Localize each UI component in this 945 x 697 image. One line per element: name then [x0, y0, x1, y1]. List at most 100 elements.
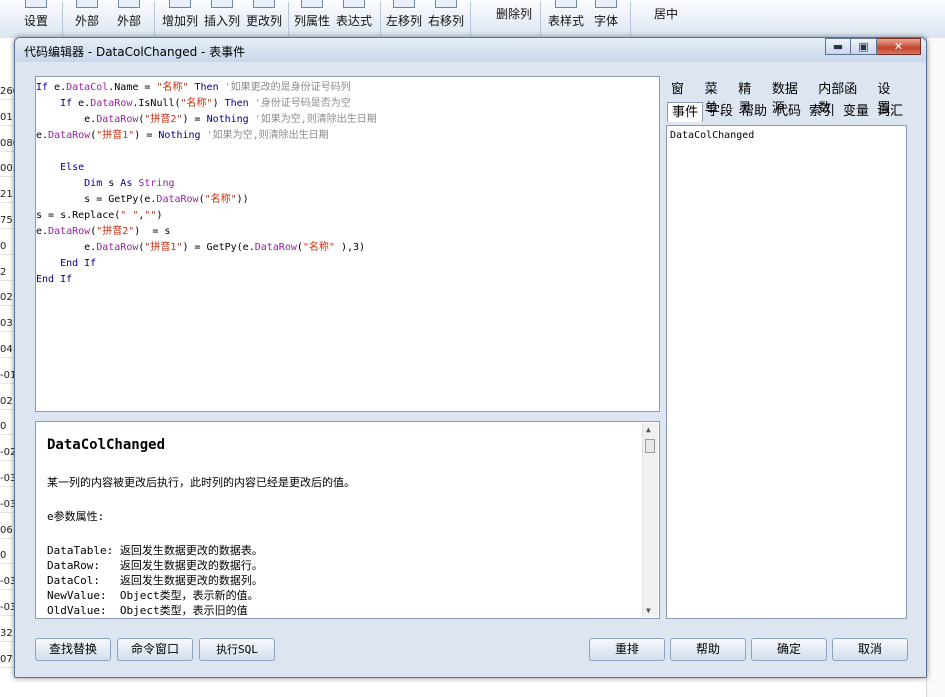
help-scrollbar[interactable]: ▲ ▼	[642, 423, 658, 617]
event-list[interactable]: DataColChanged	[666, 125, 907, 619]
background-row-number: -03	[0, 473, 14, 484]
help-description: 某一列的内容被更改后执行，此时列的内容已经是更改后的值。	[47, 476, 355, 489]
toolbar-button-external-2[interactable]: 外部	[112, 0, 146, 38]
maximize-icon[interactable]: ▣	[851, 38, 877, 55]
background-row-number: 260	[0, 86, 14, 97]
command-window-button[interactable]: 命令窗口	[117, 638, 193, 661]
tab-data-source[interactable]: 数据源	[768, 80, 814, 116]
background-row-number: 2	[0, 266, 7, 278]
code-line: e.DataRow("拼音1") = GetPy(e.DataRow("名称" …	[36, 242, 366, 253]
execute-sql-button[interactable]: 执行SQL	[199, 638, 275, 661]
background-row-number: 0	[0, 550, 7, 562]
tab-index[interactable]: 索引	[805, 102, 839, 121]
code-line: If e.DataCol.Name = "名称" Then '如果更改的是身份证…	[36, 82, 351, 93]
background-row-number: -03	[0, 602, 14, 613]
help-button[interactable]: 帮助	[670, 638, 746, 661]
tab-wizard[interactable]: 精灵	[734, 80, 768, 116]
arrow-left-icon	[393, 0, 415, 8]
tab-internal-functions[interactable]: 内部函数	[814, 80, 873, 116]
minimize-icon[interactable]: ▬	[825, 38, 851, 55]
toolbar-button-font[interactable]: 字体	[590, 0, 622, 38]
background-row-number: 32	[0, 627, 13, 639]
arrow-right-icon	[435, 0, 457, 8]
code-editor-dialog: 代码编辑器 - DataColChanged - 表事件 ▬ ▣ ✕ If e.…	[14, 37, 927, 678]
toolbar-button-change-column[interactable]: 更改列	[244, 0, 284, 38]
app-toolbar: 设置 外部 外部 增加列 插入列 更改列 列属性 表达式 左移列 右移列 删除列…	[0, 0, 945, 39]
background-row-number: 07	[0, 653, 13, 665]
background-row-number: 02	[0, 395, 13, 407]
help-param: DataTable: 返回发生数据更改的数据表。	[47, 544, 263, 557]
font-icon	[595, 0, 617, 8]
toolbar-button-column-properties[interactable]: 列属性	[292, 0, 332, 38]
background-grid-edge	[926, 38, 945, 697]
find-replace-button[interactable]: 查找替换	[35, 638, 111, 661]
background-row-number: 06	[0, 524, 13, 536]
add-column-icon	[169, 0, 191, 8]
help-param: DataCol: 返回发生数据更改的数据列。	[47, 574, 263, 587]
code-line: If e.DataRow.IsNull("名称") Then '身份证号码是否为…	[36, 98, 351, 109]
background-row-number: 75	[0, 215, 13, 226]
toolbar-button-settings[interactable]: 设置	[18, 0, 54, 38]
code-line: s = s.Replace(" ","")	[36, 210, 163, 221]
toolbar-button-external-1[interactable]: 外部	[70, 0, 104, 38]
tab-fields[interactable]: 字段	[703, 102, 737, 121]
code-line: End If	[36, 274, 73, 285]
scroll-up-icon[interactable]: ▲	[646, 425, 651, 434]
tab-events[interactable]: 事件	[667, 102, 703, 122]
background-row-number: -01	[0, 369, 14, 381]
tab-row-2: 事件 字段 帮助 代码 索引 变量 词汇	[667, 102, 907, 122]
toolbar-button-delete-column[interactable]: 删除列	[476, 0, 534, 26]
help-param: DataRow: 返回发生数据更改的数据行。	[47, 559, 263, 572]
tab-help[interactable]: 帮助	[737, 102, 771, 121]
table-style-icon	[555, 0, 577, 8]
scroll-thumb[interactable]	[645, 439, 655, 453]
tab-variables[interactable]: 变量	[839, 102, 873, 121]
code-line: End If	[36, 258, 97, 269]
help-param: NewValue: Object类型，表示新的值。	[47, 589, 259, 602]
toolbar-button-center[interactable]: 居中	[636, 0, 686, 26]
settings-icon	[25, 0, 47, 8]
code-line: Dim s As String	[36, 178, 175, 189]
background-row-number: -02	[0, 447, 14, 459]
dialog-title: 代码编辑器 - DataColChanged - 表事件	[24, 45, 246, 59]
title-bar[interactable]: 代码编辑器 - DataColChanged - 表事件 ▬ ▣ ✕	[15, 38, 926, 62]
tab-code[interactable]: 代码	[771, 102, 805, 121]
toolbar-button-table-style[interactable]: 表样式	[546, 0, 586, 38]
close-icon[interactable]: ✕	[877, 38, 921, 55]
database-icon	[118, 0, 140, 8]
tab-menu[interactable]: 菜单	[701, 80, 735, 116]
code-line: Else	[36, 162, 85, 173]
rearrange-button[interactable]: 重排	[589, 638, 665, 661]
toolbar-button-move-right[interactable]: 右移列	[426, 0, 466, 38]
background-row-number: 03	[0, 318, 13, 330]
ok-button[interactable]: 确定	[751, 638, 827, 661]
code-line: e.DataRow("拼音1") = Nothing '如果为空,则清除出生日期	[36, 130, 329, 141]
change-column-icon	[253, 0, 275, 8]
background-row-number: -03	[0, 576, 14, 588]
help-pane[interactable]: DataColChanged 某一列的内容被更改后执行，此时列的内容已经是更改后…	[35, 421, 660, 619]
code-editor[interactable]: If e.DataCol.Name = "名称" Then '如果更改的是身份证…	[35, 76, 660, 412]
background-row-number: 04	[0, 344, 13, 355]
background-row-number: 21	[0, 189, 13, 201]
tab-vocabulary[interactable]: 词汇	[873, 102, 907, 121]
toolbar-button-insert-column[interactable]: 插入列	[202, 0, 242, 38]
toolbar-button-move-left[interactable]: 左移列	[384, 0, 424, 38]
function-icon	[343, 0, 365, 8]
background-row-number: 080	[0, 137, 14, 149]
tab-row-1: 窗口 菜单 精灵 数据源 内部函数 设置	[667, 80, 907, 116]
help-title: DataColChanged	[47, 437, 166, 453]
cancel-button[interactable]: 取消	[832, 638, 908, 661]
toolbar-button-add-column[interactable]: 增加列	[160, 0, 200, 38]
toolbar-button-expression[interactable]: 表达式	[334, 0, 374, 38]
tab-settings[interactable]: 设置	[873, 80, 907, 116]
code-line: e.DataRow("拼音2") = Nothing '如果为空,则清除出生日期	[36, 114, 377, 125]
help-params-heading: e参数属性:	[47, 510, 105, 523]
list-item[interactable]: DataColChanged	[670, 130, 754, 141]
background-row-number: 01	[0, 111, 13, 123]
code-line: s = GetPy(e.DataRow("名称"))	[36, 194, 249, 205]
scroll-down-icon[interactable]: ▼	[646, 606, 651, 615]
background-row-number: 02	[0, 292, 13, 304]
tab-window[interactable]: 窗口	[667, 80, 701, 116]
database-icon	[76, 0, 98, 8]
background-row-number: 0	[0, 421, 7, 433]
